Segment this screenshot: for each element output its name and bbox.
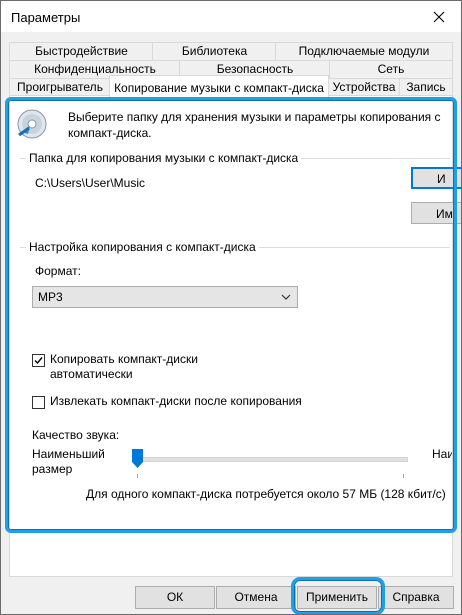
tab-performance[interactable]: Быстродействие	[9, 42, 154, 60]
quality-label: Качество звука:	[32, 428, 120, 442]
checkmark-icon	[34, 357, 43, 365]
rip-settings-group: Настройка копирования с компакт-диска	[20, 240, 450, 254]
tab-panel	[9, 95, 453, 577]
eject-label: Извлекать компакт-диски после копировани…	[50, 394, 302, 408]
tab-plugins[interactable]: Подключаемые модули	[275, 42, 453, 60]
auto-rip-checkbox-row[interactable]: Копировать компакт-диски автоматически	[32, 352, 220, 382]
size-info: Для одного компакт-диска потребуется око…	[86, 487, 446, 501]
tab-devices[interactable]: Устройства	[327, 78, 401, 96]
cd-icon	[17, 109, 47, 139]
close-button[interactable]	[417, 1, 461, 32]
close-icon	[433, 11, 445, 22]
window-title: Параметры	[11, 10, 81, 25]
auto-rip-checkbox[interactable]	[32, 354, 45, 367]
folder-group-label: Папка для копирования музыки с компакт-д…	[26, 151, 302, 165]
quality-slider-track[interactable]	[134, 457, 408, 462]
tab-rip-music[interactable]: Копирование музыки с компакт-диска	[109, 75, 329, 98]
settings-dialog: Параметры Быстродействие Библиотека Подк…	[0, 0, 462, 615]
format-value: MP3	[38, 290, 63, 304]
change-folder-button[interactable]: И	[411, 167, 461, 189]
cancel-button[interactable]: Отмена	[216, 586, 296, 609]
slider-min-label: Наименьший размер	[32, 447, 105, 476]
intro-text: Выберите папку для хранения музыки и пар…	[68, 110, 441, 140]
tab-player[interactable]: Проигрыватель	[9, 78, 111, 96]
format-select[interactable]: MP3	[32, 286, 298, 308]
rip-group-label: Настройка копирования с компакт-диска	[26, 240, 259, 254]
apply-button[interactable]: Применить	[297, 586, 377, 609]
auto-rip-label: Копировать компакт-диски автоматически	[50, 352, 198, 381]
folder-group: Папка для копирования музыки с компакт-д…	[20, 151, 450, 165]
format-label: Формат:	[35, 264, 81, 278]
help-button[interactable]: Справка	[378, 586, 454, 609]
title-bar: Параметры	[1, 1, 461, 32]
ok-button[interactable]: ОК	[135, 586, 215, 609]
tab-library[interactable]: Библиотека	[152, 42, 277, 60]
slider-tick	[137, 474, 138, 478]
eject-checkbox-row[interactable]: Извлекать компакт-диски после копировани…	[32, 394, 302, 409]
chevron-down-icon	[281, 294, 291, 300]
eject-checkbox[interactable]	[32, 396, 45, 409]
tab-network[interactable]: Сеть	[329, 60, 453, 78]
folder-path: C:\Users\User\Music	[35, 176, 146, 190]
file-name-button[interactable]: Им	[411, 202, 461, 224]
slider-max-label: Наилучшее качество	[432, 447, 452, 461]
tab-burn[interactable]: Запись	[399, 78, 453, 96]
slider-tick	[403, 474, 404, 478]
quality-slider-thumb[interactable]	[132, 449, 143, 468]
